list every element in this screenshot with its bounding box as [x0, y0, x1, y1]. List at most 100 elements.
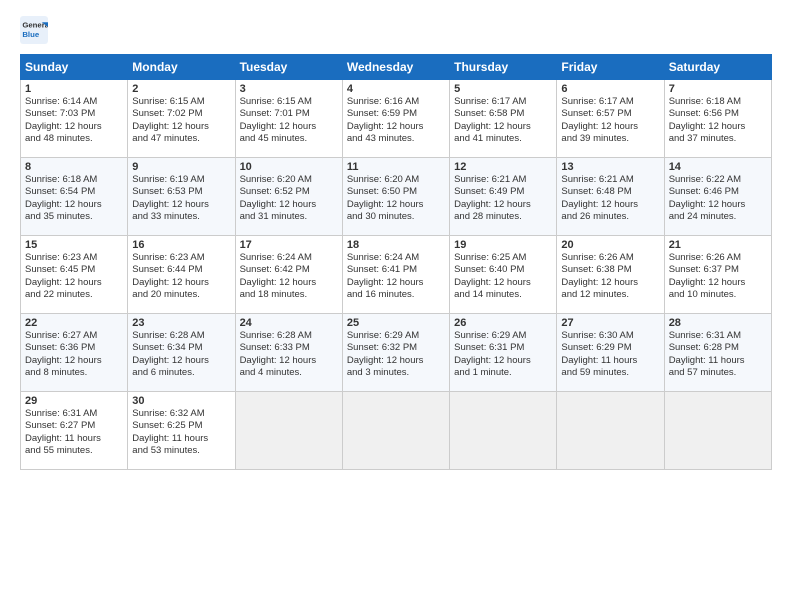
calendar-cell: 11Sunrise: 6:20 AMSunset: 6:50 PMDayligh… — [342, 158, 449, 236]
day-info: and 35 minutes. — [25, 211, 123, 223]
day-info: Daylight: 12 hours — [669, 199, 767, 211]
day-info: and 6 minutes. — [132, 367, 230, 379]
day-info: and 8 minutes. — [25, 367, 123, 379]
calendar-cell: 24Sunrise: 6:28 AMSunset: 6:33 PMDayligh… — [235, 314, 342, 392]
day-info: Sunrise: 6:26 AM — [669, 252, 767, 264]
day-info: Sunrise: 6:31 AM — [25, 408, 123, 420]
day-info: Sunrise: 6:29 AM — [347, 330, 445, 342]
day-info: Sunset: 6:59 PM — [347, 108, 445, 120]
day-number: 15 — [25, 239, 123, 251]
calendar-cell: 18Sunrise: 6:24 AMSunset: 6:41 PMDayligh… — [342, 236, 449, 314]
day-info: Sunrise: 6:25 AM — [454, 252, 552, 264]
day-info: and 3 minutes. — [347, 367, 445, 379]
day-info: Sunset: 6:29 PM — [561, 342, 659, 354]
calendar-cell: 30Sunrise: 6:32 AMSunset: 6:25 PMDayligh… — [128, 392, 235, 470]
calendar-cell: 1Sunrise: 6:14 AMSunset: 7:03 PMDaylight… — [21, 80, 128, 158]
day-info: Sunrise: 6:17 AM — [561, 96, 659, 108]
day-info: Daylight: 12 hours — [347, 121, 445, 133]
day-info: Sunrise: 6:15 AM — [240, 96, 338, 108]
day-info: and 14 minutes. — [454, 289, 552, 301]
svg-text:Blue: Blue — [22, 30, 40, 39]
day-info: and 55 minutes. — [25, 445, 123, 457]
day-number: 9 — [132, 161, 230, 173]
day-number: 4 — [347, 83, 445, 95]
day-info: Daylight: 12 hours — [561, 277, 659, 289]
calendar-cell: 27Sunrise: 6:30 AMSunset: 6:29 PMDayligh… — [557, 314, 664, 392]
col-thursday: Thursday — [450, 55, 557, 80]
calendar-cell: 7Sunrise: 6:18 AMSunset: 6:56 PMDaylight… — [664, 80, 771, 158]
day-info: and 57 minutes. — [669, 367, 767, 379]
day-info: and 26 minutes. — [561, 211, 659, 223]
week-row-4: 22Sunrise: 6:27 AMSunset: 6:36 PMDayligh… — [21, 314, 772, 392]
day-info: and 10 minutes. — [669, 289, 767, 301]
calendar-cell — [450, 392, 557, 470]
day-info: Daylight: 11 hours — [132, 433, 230, 445]
calendar-cell: 25Sunrise: 6:29 AMSunset: 6:32 PMDayligh… — [342, 314, 449, 392]
col-tuesday: Tuesday — [235, 55, 342, 80]
week-row-2: 8Sunrise: 6:18 AMSunset: 6:54 PMDaylight… — [21, 158, 772, 236]
day-info: Daylight: 12 hours — [132, 355, 230, 367]
calendar-cell: 10Sunrise: 6:20 AMSunset: 6:52 PMDayligh… — [235, 158, 342, 236]
day-info: Sunrise: 6:27 AM — [25, 330, 123, 342]
day-number: 13 — [561, 161, 659, 173]
calendar-cell: 21Sunrise: 6:26 AMSunset: 6:37 PMDayligh… — [664, 236, 771, 314]
calendar-cell: 29Sunrise: 6:31 AMSunset: 6:27 PMDayligh… — [21, 392, 128, 470]
day-info: and 47 minutes. — [132, 133, 230, 145]
col-saturday: Saturday — [664, 55, 771, 80]
day-info: and 4 minutes. — [240, 367, 338, 379]
day-info: Sunrise: 6:23 AM — [25, 252, 123, 264]
day-info: Sunrise: 6:18 AM — [25, 174, 123, 186]
day-info: Sunrise: 6:20 AM — [240, 174, 338, 186]
day-info: Sunrise: 6:16 AM — [347, 96, 445, 108]
day-info: and 18 minutes. — [240, 289, 338, 301]
calendar-cell: 14Sunrise: 6:22 AMSunset: 6:46 PMDayligh… — [664, 158, 771, 236]
day-number: 6 — [561, 83, 659, 95]
day-info: Sunset: 6:57 PM — [561, 108, 659, 120]
day-info: Daylight: 12 hours — [454, 277, 552, 289]
day-info: Sunset: 6:34 PM — [132, 342, 230, 354]
day-info: and 20 minutes. — [132, 289, 230, 301]
calendar-cell: 5Sunrise: 6:17 AMSunset: 6:58 PMDaylight… — [450, 80, 557, 158]
day-info: and 33 minutes. — [132, 211, 230, 223]
svg-text:General: General — [22, 21, 48, 30]
day-number: 20 — [561, 239, 659, 251]
day-info: Sunset: 6:50 PM — [347, 186, 445, 198]
day-number: 24 — [240, 317, 338, 329]
day-info: and 37 minutes. — [669, 133, 767, 145]
day-info: Sunset: 6:32 PM — [347, 342, 445, 354]
day-info: Sunset: 6:25 PM — [132, 420, 230, 432]
day-info: Daylight: 12 hours — [240, 355, 338, 367]
day-number: 16 — [132, 239, 230, 251]
week-row-1: 1Sunrise: 6:14 AMSunset: 7:03 PMDaylight… — [21, 80, 772, 158]
day-number: 29 — [25, 395, 123, 407]
day-number: 12 — [454, 161, 552, 173]
day-info: Daylight: 12 hours — [347, 277, 445, 289]
col-monday: Monday — [128, 55, 235, 80]
day-info: and 43 minutes. — [347, 133, 445, 145]
col-friday: Friday — [557, 55, 664, 80]
day-info: Sunrise: 6:21 AM — [454, 174, 552, 186]
day-number: 26 — [454, 317, 552, 329]
week-row-3: 15Sunrise: 6:23 AMSunset: 6:45 PMDayligh… — [21, 236, 772, 314]
calendar-cell: 23Sunrise: 6:28 AMSunset: 6:34 PMDayligh… — [128, 314, 235, 392]
day-info: Sunset: 6:33 PM — [240, 342, 338, 354]
day-info: Sunrise: 6:31 AM — [669, 330, 767, 342]
day-info: and 12 minutes. — [561, 289, 659, 301]
day-info: Sunset: 6:52 PM — [240, 186, 338, 198]
day-info: Daylight: 12 hours — [240, 277, 338, 289]
day-number: 3 — [240, 83, 338, 95]
day-number: 25 — [347, 317, 445, 329]
calendar-cell: 2Sunrise: 6:15 AMSunset: 7:02 PMDaylight… — [128, 80, 235, 158]
day-info: Sunset: 7:02 PM — [132, 108, 230, 120]
day-info: Sunrise: 6:20 AM — [347, 174, 445, 186]
day-info: Sunset: 6:48 PM — [561, 186, 659, 198]
calendar-cell: 8Sunrise: 6:18 AMSunset: 6:54 PMDaylight… — [21, 158, 128, 236]
day-info: Sunrise: 6:30 AM — [561, 330, 659, 342]
day-info: Sunset: 6:58 PM — [454, 108, 552, 120]
day-info: Sunrise: 6:18 AM — [669, 96, 767, 108]
day-info: and 30 minutes. — [347, 211, 445, 223]
day-number: 18 — [347, 239, 445, 251]
day-info: and 31 minutes. — [240, 211, 338, 223]
day-number: 19 — [454, 239, 552, 251]
day-number: 21 — [669, 239, 767, 251]
